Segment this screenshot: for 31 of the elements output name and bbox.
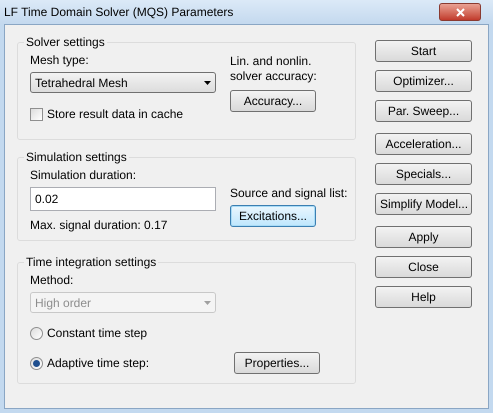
radio-option[interactable]: Constant time step <box>30 324 148 342</box>
excitations-button[interactable]: Excitations... <box>230 205 316 227</box>
duration-input[interactable]: 0.02 <box>30 187 216 211</box>
window-title: LF Time Domain Solver (MQS) Parameters <box>4 4 234 21</box>
dropdown-arrow-icon <box>204 80 211 84</box>
dialog-button[interactable]: Par. Sweep... <box>375 100 472 122</box>
close-icon <box>456 8 464 16</box>
dialog-button[interactable]: Help <box>375 286 472 308</box>
dialog-button[interactable]: Specials... <box>375 163 472 185</box>
dialog-button[interactable]: Apply <box>375 226 472 248</box>
max-signal-text: Max. signal duration: 0.17 <box>30 217 168 234</box>
source-label: Source and signal list: <box>230 185 348 202</box>
field-label: Mesh type: <box>30 52 90 69</box>
dialog-button[interactable]: Acceleration... <box>375 133 472 155</box>
close-button[interactable] <box>439 3 481 21</box>
properties-button[interactable]: Properties... <box>234 352 320 374</box>
dialog-button[interactable]: Optimizer... <box>375 70 472 92</box>
radio-option[interactable]: Adaptive time step: <box>30 354 150 372</box>
group-title: Simulation settings <box>24 149 129 165</box>
store-cache-checkbox[interactable]: Store result data in cache <box>30 105 230 123</box>
dialog-button[interactable]: Close <box>375 256 472 278</box>
field-label: Simulation duration: <box>30 167 138 184</box>
group-title: Time integration settings <box>24 254 158 270</box>
mesh-type-dropdown[interactable]: Tetrahedral Mesh <box>30 72 216 93</box>
dropdown-arrow-icon <box>204 300 211 304</box>
dialog-button[interactable]: Simplify Model... <box>375 193 472 215</box>
dialog-button[interactable]: Start <box>375 40 472 62</box>
field-label: Method: <box>30 272 74 289</box>
accuracy-label: Lin. and nonlin. solver accuracy: <box>230 54 318 84</box>
group-title: Solver settings <box>24 34 107 50</box>
accuracy-button[interactable]: Accuracy... <box>230 90 316 112</box>
